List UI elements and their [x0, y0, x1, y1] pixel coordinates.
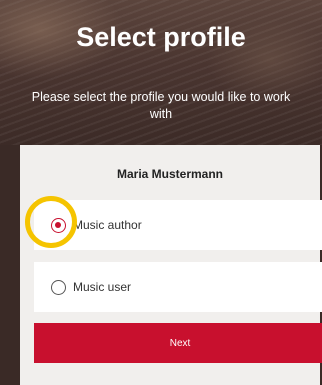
next-button[interactable]: Next [34, 323, 322, 363]
radio-unchecked-icon[interactable] [51, 280, 66, 295]
page-title: Select profile [76, 22, 246, 52]
profile-option-label: Music user [73, 280, 132, 294]
profile-selection-card: Maria Mustermann Music author Music user… [20, 145, 322, 385]
page-subtitle: Please select the profile you would like… [31, 90, 291, 121]
user-name: Maria Mustermann [116, 167, 224, 181]
radio-checked-icon[interactable] [51, 218, 66, 233]
profile-option-label: Music author [73, 218, 142, 232]
profile-option-music-author[interactable]: Music author [34, 200, 322, 250]
profile-option-music-user[interactable]: Music user [34, 262, 322, 312]
